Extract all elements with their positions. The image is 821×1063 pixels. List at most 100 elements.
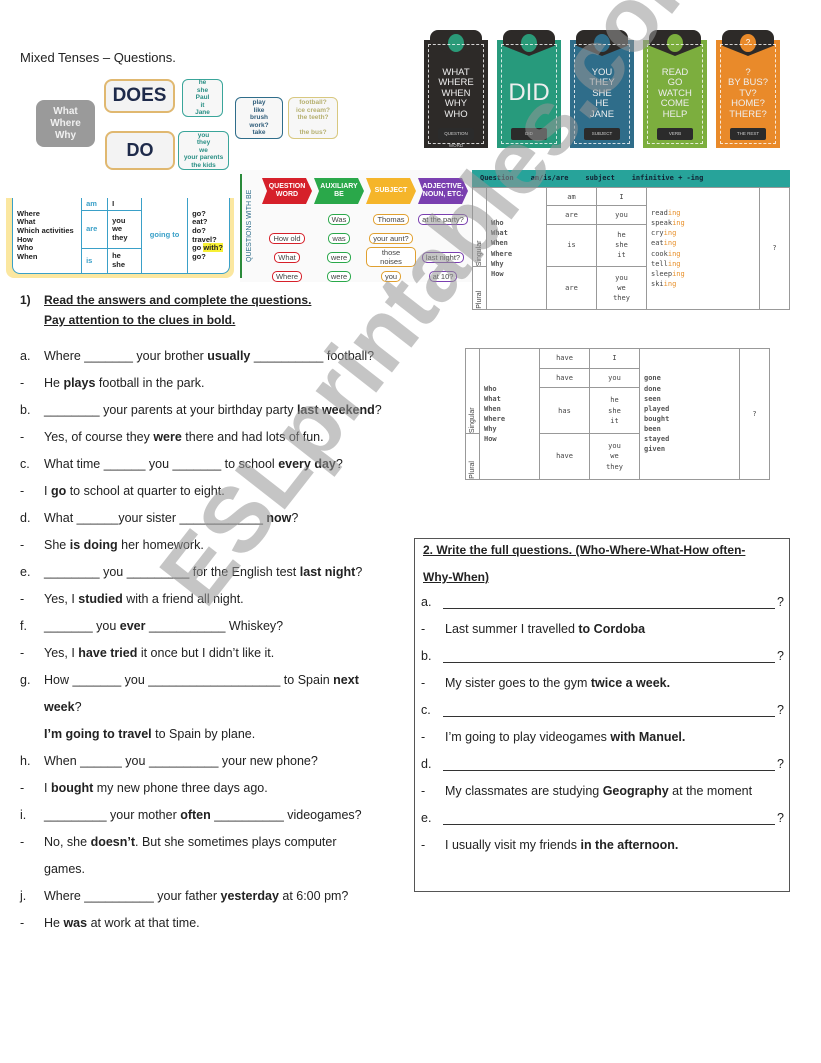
card-label: DID: [511, 128, 547, 140]
item-text: ?: [74, 700, 82, 714]
person-icon: [594, 34, 610, 52]
item-label: f.: [20, 619, 27, 633]
answer-blank[interactable]: [443, 716, 775, 717]
subject: he she it: [589, 387, 640, 435]
be-header: AUXILIARY BE: [314, 178, 364, 204]
word-item: it: [200, 101, 205, 109]
item-text: week?: [44, 700, 82, 714]
be-pill: Where: [271, 271, 303, 282]
be-pill: your aunt?: [369, 233, 413, 244]
be-cell: Thomas: [366, 209, 416, 225]
card-label: QUESTION WORD: [438, 128, 474, 148]
item-text: I go to school at quarter to eight.: [44, 484, 225, 498]
item-label: c.: [421, 703, 431, 717]
ing-verb: telling: [651, 259, 755, 269]
item-label: -: [20, 430, 25, 444]
item-label: c.: [20, 457, 30, 471]
item-label: d.: [421, 757, 432, 771]
card-label: VERB: [657, 128, 693, 140]
answer-blank[interactable]: [443, 608, 775, 609]
item-bold-clue: was: [63, 916, 88, 930]
answer-blank[interactable]: [443, 770, 775, 771]
answer-text: I’m going to play videogames: [445, 730, 611, 744]
item-text: He: [44, 916, 64, 930]
do-box: DO: [105, 131, 175, 170]
item-text: He: [44, 376, 64, 390]
item-text: When ______ you __________ your new phon…: [44, 754, 318, 768]
item-bold-clue: I’m going to travel: [44, 727, 152, 741]
verb-root: eat: [651, 239, 664, 248]
auxiliary: am: [546, 186, 597, 207]
item-label: e.: [421, 811, 432, 825]
question-mark: ?: [777, 649, 784, 663]
word-item: football?: [299, 99, 327, 107]
exercise2-instruction-cont: Why-When): [423, 570, 489, 584]
item-text: her homework.: [117, 538, 204, 552]
verb-root: sleep: [651, 269, 673, 278]
item-label: e.: [20, 565, 31, 579]
subject: you we they: [589, 433, 640, 480]
word-item: ice cream?: [296, 106, 330, 114]
item-text: _______ you ever ___________ Whiskey?: [44, 619, 283, 633]
item-text: it once but I didn’t like it.: [137, 646, 275, 660]
subject: I: [589, 348, 640, 369]
item-label: -: [20, 781, 25, 795]
be-pill: at the party?: [418, 214, 468, 225]
answer-bold-clue: Geography: [602, 784, 669, 798]
be-row: Was Thomas at the party?: [262, 209, 470, 225]
be-cell: you: [366, 266, 416, 282]
be-cell: those noises: [366, 247, 416, 267]
answer-blank[interactable]: [443, 824, 775, 825]
ing-ending: ing: [663, 239, 677, 248]
word-item: the kids: [191, 161, 216, 169]
item-bold-clue: have tried: [78, 646, 138, 660]
item-text: ________ your parents at your birthday p…: [44, 403, 297, 417]
item-label: j.: [20, 889, 27, 903]
ing-ending: ing: [667, 259, 681, 268]
question-mark: ?: [777, 595, 784, 609]
going-to-label: going to: [141, 198, 188, 273]
item-text: to school at quarter to eight.: [66, 484, 225, 498]
answer-text: I usually visit my friends: [445, 838, 581, 852]
auxiliary: are: [546, 266, 597, 310]
item-text: Yes, I studied with a friend all night.: [44, 592, 244, 606]
be-form: is: [81, 247, 108, 273]
answer-text: My classmates are studying: [445, 784, 603, 798]
be-headers: QUESTION WORD AUXILIARY BE SUBJECT ADJECTIV…: [262, 178, 470, 204]
item-text: She is doing her homework.: [44, 538, 204, 552]
word-item: the bus?: [299, 129, 327, 137]
be-pill: were: [326, 271, 352, 282]
word-item: your parents: [183, 154, 224, 162]
be-cell: last night?: [418, 247, 468, 263]
item-bold-clue: doesn’t: [90, 835, 136, 849]
be-cell: were: [314, 247, 364, 263]
be-header: ADJECTIVE, NOUN, ETC.: [418, 178, 468, 204]
item-bold-clue: studied: [78, 592, 123, 606]
item-text: I’m going to travel to Spain by plane.: [44, 727, 255, 741]
answer-blank[interactable]: [443, 662, 775, 663]
ing-ending: ing: [667, 249, 681, 258]
item-text: Yes, of course they were there and had l…: [44, 430, 324, 444]
verbs-box: play like brush work? take: [235, 97, 283, 139]
item-label: -: [20, 646, 25, 660]
ing-verb: speaking: [651, 218, 755, 228]
item-text: I: [44, 484, 51, 498]
highlight-with: with?: [203, 243, 223, 253]
item-label: -: [20, 916, 25, 930]
card-the-rest: ? ? BY BUS? TV? HOME? THERE? THE REST: [716, 30, 780, 148]
item-text: ________ you _________ for the English t…: [44, 565, 362, 579]
item-label: g.: [20, 673, 31, 687]
exercise1-instruction: Read the answers and complete the questi…: [44, 293, 312, 307]
answer-bold-clue: twice a week.: [590, 676, 671, 690]
item-text: Yes, I have tried it once but I didn’t l…: [44, 646, 274, 660]
be-header: QUESTION WORD: [262, 178, 312, 204]
be-form: am: [81, 198, 108, 211]
singular-label: Singular: [465, 348, 480, 434]
puzzle-icon: [448, 34, 464, 52]
item-text: my new phone three days ago.: [93, 781, 268, 795]
item-label: b.: [20, 403, 31, 417]
item-text: Yes, I: [44, 592, 79, 606]
be-pill: last night?: [421, 252, 465, 263]
ing-ending: ing: [663, 229, 677, 238]
item-bold-clue: were: [153, 430, 182, 444]
